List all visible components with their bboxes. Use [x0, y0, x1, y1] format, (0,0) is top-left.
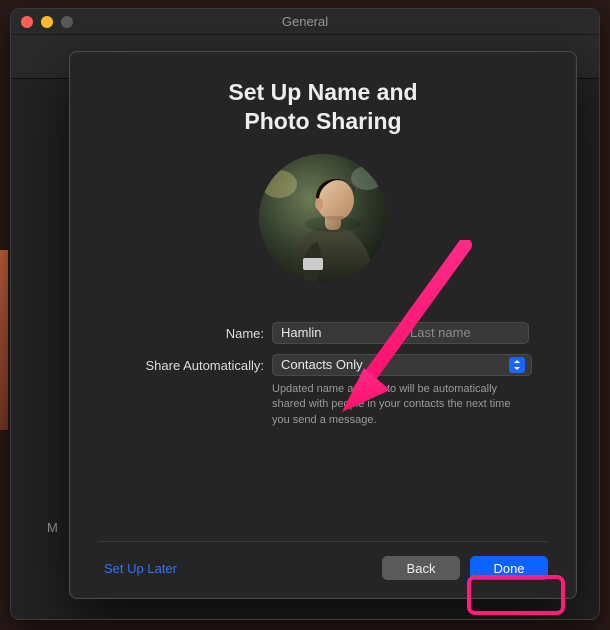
window-title: General [11, 14, 599, 29]
share-field: Contacts Only Updated name and photo wil… [272, 354, 532, 430]
name-fields [272, 322, 532, 344]
last-name-input[interactable] [401, 322, 529, 344]
sheet-footer: Set Up Later Back Done [98, 541, 548, 580]
name-label: Name: [114, 322, 272, 341]
titlebar: General [11, 9, 599, 35]
avatar-container [104, 154, 542, 282]
name-photo-sharing-sheet: Set Up Name and Photo Sharing [69, 51, 577, 599]
desktop-wallpaper-edge [0, 250, 8, 430]
profile-photo[interactable] [259, 154, 387, 282]
sheet-heading-line1: Set Up Name and [228, 79, 417, 105]
form: Name: Share Automatically: Contacts Only [114, 322, 532, 440]
share-label: Share Automatically: [114, 354, 272, 373]
popup-stepper-icon [509, 357, 525, 373]
background-text: M [47, 520, 58, 535]
share-helper-text: Updated name and photo will be automatic… [272, 382, 522, 430]
first-name-input[interactable] [272, 322, 400, 344]
sheet-heading-line2: Photo Sharing [104, 107, 542, 136]
preferences-window: General M Set Up Name and Photo Sharing [10, 8, 600, 620]
set-up-later-button[interactable]: Set Up Later [98, 557, 183, 580]
name-row: Name: [114, 322, 532, 344]
back-button[interactable]: Back [382, 556, 460, 580]
done-button[interactable]: Done [470, 556, 548, 580]
share-selected-value: Contacts Only [281, 357, 509, 372]
sheet-heading: Set Up Name and Photo Sharing [104, 78, 542, 136]
share-row: Share Automatically: Contacts Only Updat… [114, 354, 532, 430]
share-automatically-popup[interactable]: Contacts Only [272, 354, 532, 376]
